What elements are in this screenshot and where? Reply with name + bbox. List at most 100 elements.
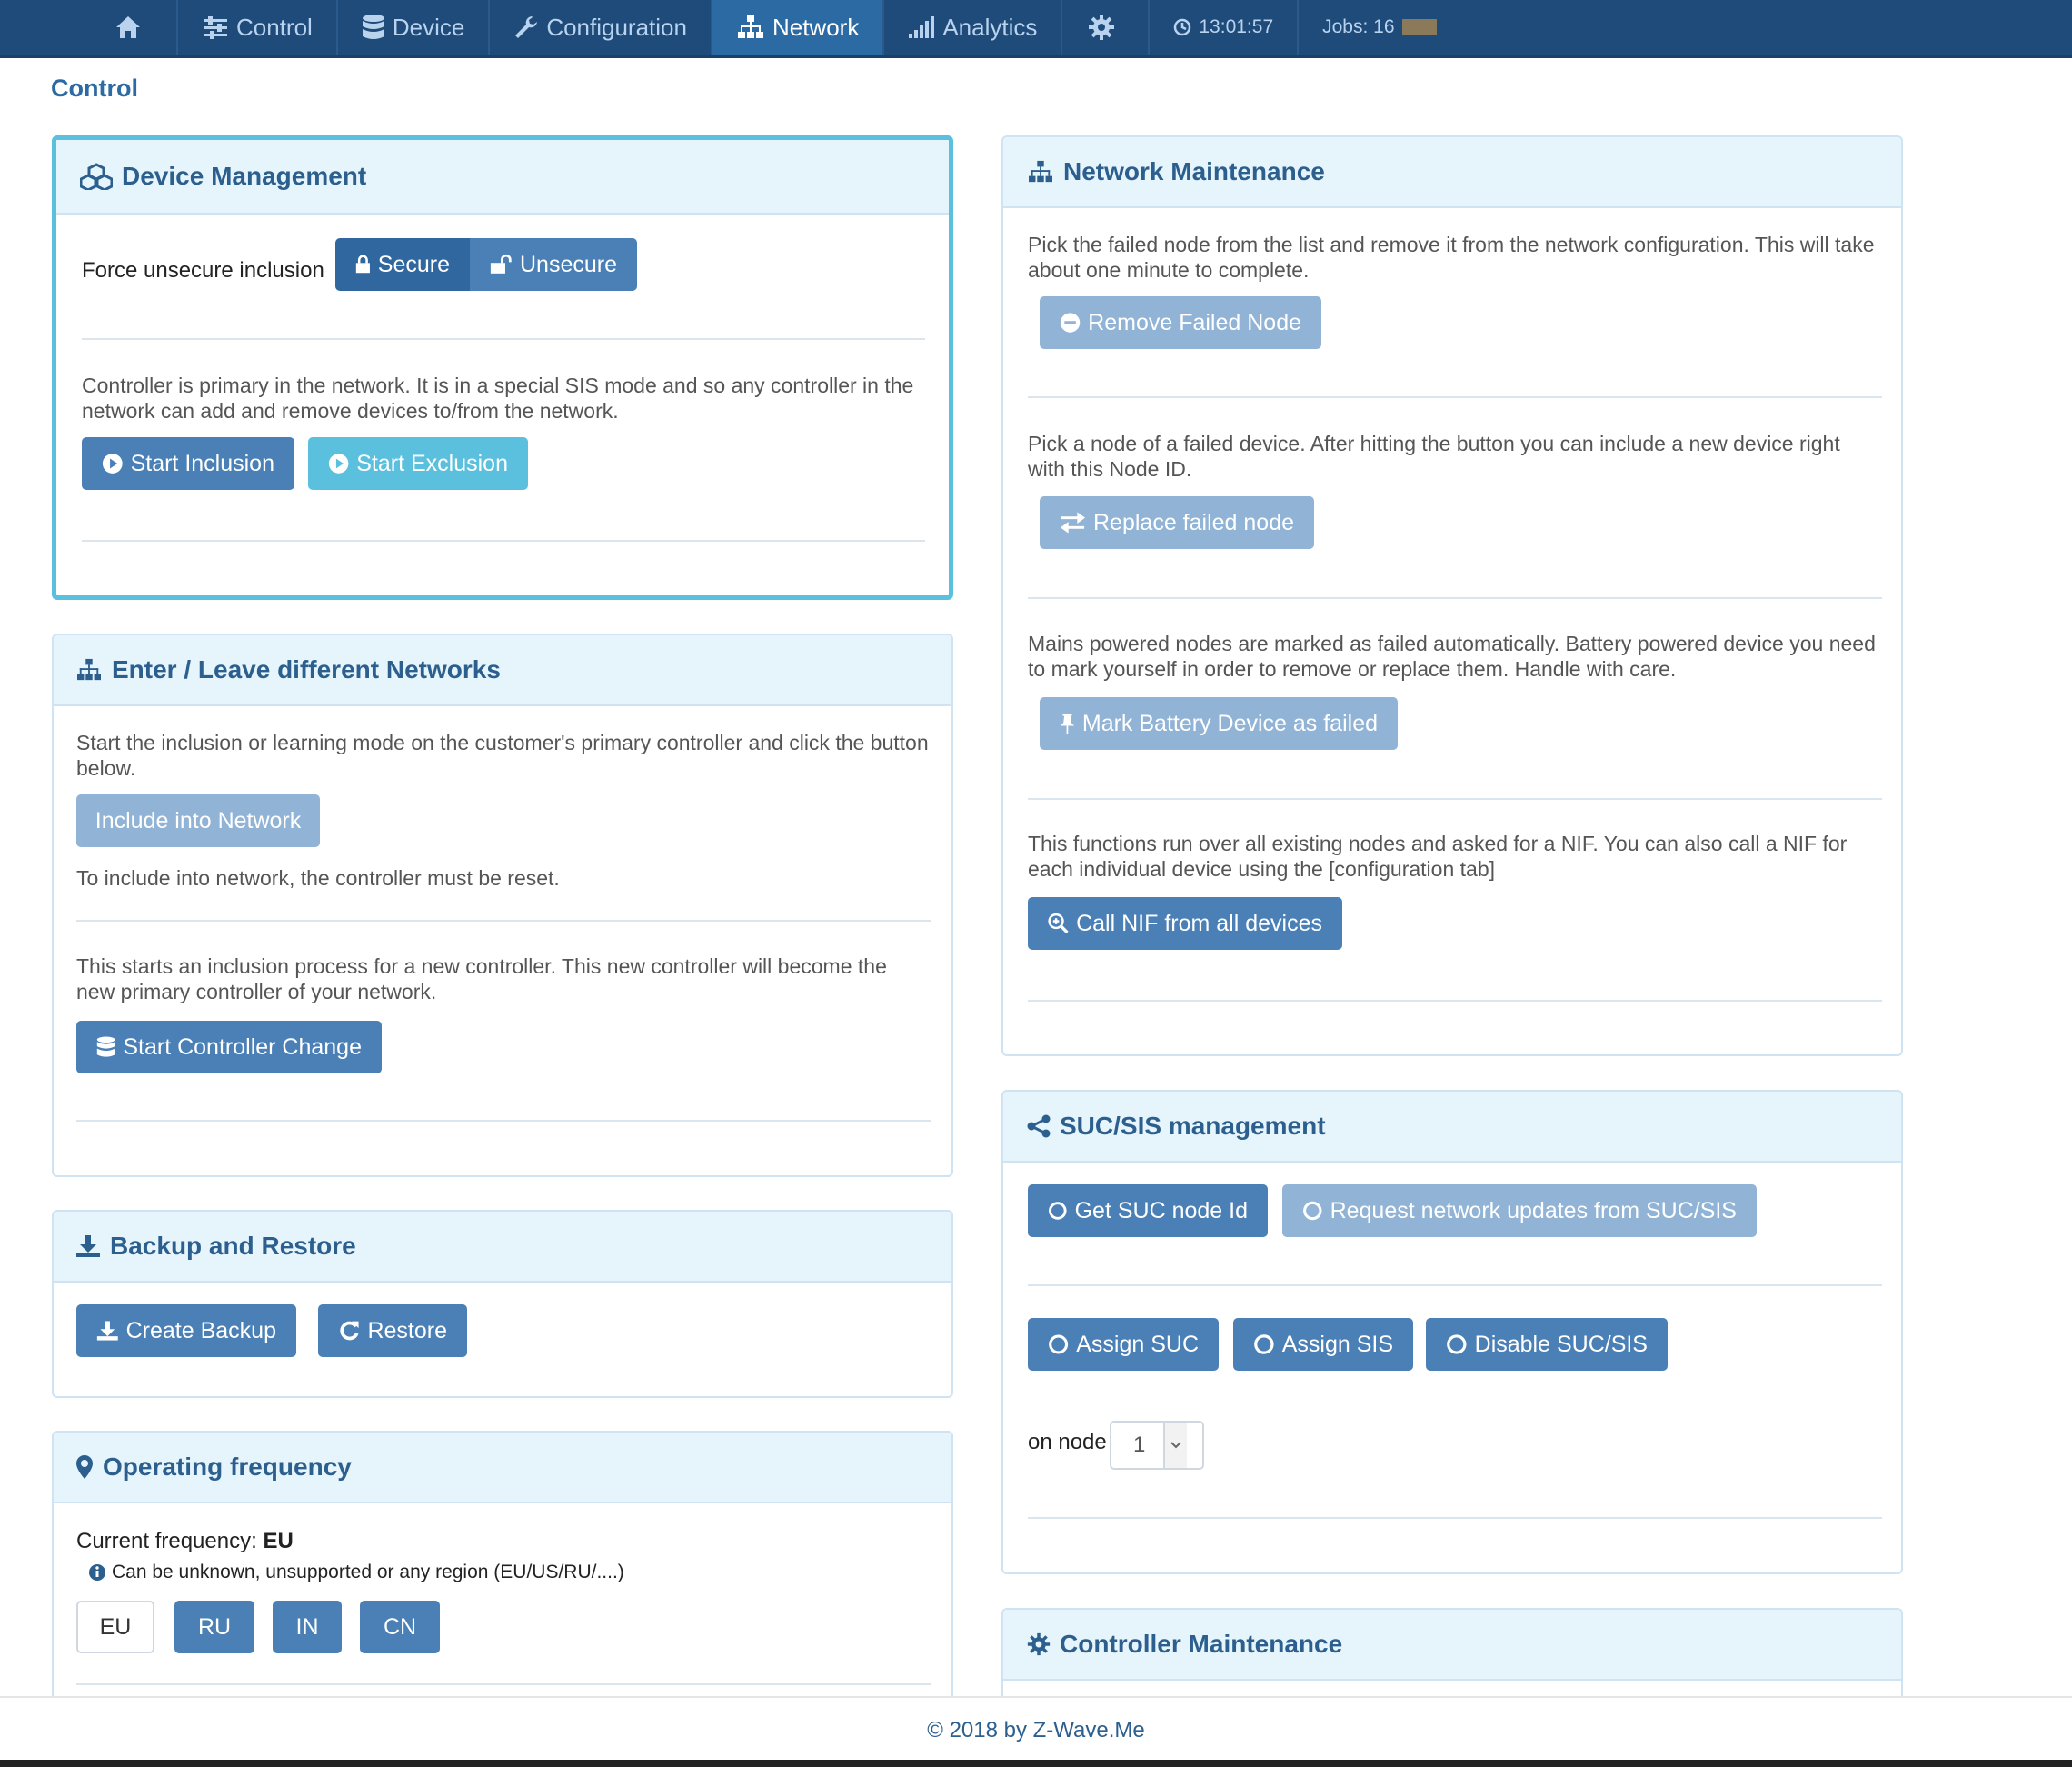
replace-failed-node-label: Replace failed node [1093,509,1294,535]
device-management-header: Device Management [56,140,949,215]
nav-control[interactable]: Control [178,0,338,55]
unlock-icon [490,254,512,274]
gear-icon [1027,1632,1051,1656]
gear-icon [1089,15,1115,40]
nav-control-label: Control [236,13,313,41]
remove-failed-info-text: Pick the failed node from the list and r… [1028,233,1875,282]
get-suc-node-id-button[interactable]: Get SUC node Id [1028,1184,1268,1237]
controller-maintenance-title: Controller Maintenance [1060,1630,1343,1658]
operating-frequency-title: Operating frequency [103,1453,352,1481]
wrench-icon [515,16,538,38]
sitemap-icon [77,658,101,681]
frequency-option-eu[interactable]: EU [76,1601,154,1653]
current-frequency-value: EU [263,1529,294,1553]
divider [82,338,925,340]
jobs-label: Jobs: 16 [1322,16,1395,37]
download-icon [96,1321,118,1341]
nif-info-text: This functions run over all existing nod… [1028,832,1848,881]
nav-settings[interactable] [1062,0,1151,55]
mark-battery-failed-button[interactable]: Mark Battery Device as failed [1040,697,1398,750]
divider [82,540,925,542]
include-into-network-button[interactable]: Include into Network [76,794,320,847]
network-maintenance-header: Network Maintenance [1003,137,1901,208]
footer-copyright: © 2018 by Z-Wave.Me [927,1718,1145,1742]
start-controller-change-button[interactable]: Start Controller Change [76,1021,382,1073]
create-backup-button[interactable]: Create Backup [76,1304,296,1357]
clock-icon [1174,18,1191,36]
request-network-updates-label: Request network updates from SUC/SIS [1330,1197,1737,1223]
request-network-updates-button[interactable]: Request network updates from SUC/SIS [1282,1184,1757,1237]
clock-time: 13:01:57 [1199,16,1274,37]
controller-maintenance-header: Controller Maintenance [1003,1610,1901,1681]
assign-sis-button[interactable]: Assign SIS [1233,1318,1413,1371]
replace-failed-info-text: Pick a node of a failed device. After hi… [1028,432,1840,481]
unsecure-button[interactable]: Unsecure [470,238,637,291]
node-select-value: 1 [1133,1433,1146,1457]
start-exclusion-button[interactable]: Start Exclusion [308,437,528,490]
restore-button[interactable]: Restore [318,1304,467,1357]
circle-icon [1303,1201,1322,1221]
circle-icon [1049,1334,1069,1354]
frequency-option-cn[interactable]: CN [360,1601,440,1653]
replace-failed-node-button[interactable]: Replace failed node [1040,496,1314,549]
divider [1028,597,1882,599]
divider [1028,1284,1882,1286]
nav-jobs[interactable]: Jobs: 16 [1299,0,1459,55]
thumbtack-icon [1060,714,1075,734]
sitemap-icon [737,15,763,38]
lock-icon [355,255,370,274]
download-icon [76,1235,100,1257]
nav-network[interactable]: Network [712,0,885,55]
chevron-down-icon [1163,1423,1188,1468]
restore-label: Restore [367,1317,447,1343]
current-frequency: Current frequency: EU [76,1529,294,1554]
divider [1028,1517,1882,1519]
start-inclusion-button[interactable]: Start Inclusion [82,437,294,490]
backup-restore-panel: Backup and Restore Create Backup Restore [52,1210,953,1398]
nav-configuration[interactable]: Configuration [490,0,712,55]
database-icon [96,1036,115,1057]
call-nif-all-button[interactable]: Call NIF from all devices [1028,897,1342,950]
battery-failed-info-text: Mains powered nodes are marked as failed… [1028,632,1876,681]
nav-device-label: Device [392,13,465,41]
create-backup-label: Create Backup [125,1317,276,1343]
on-node-label: on node [1028,1430,1107,1454]
nav-analytics-label: Analytics [942,13,1038,41]
divider [1028,396,1882,398]
sitemap-icon [1029,160,1052,183]
include-into-network-label: Include into Network [95,807,302,834]
assign-suc-button[interactable]: Assign SUC [1028,1318,1219,1371]
page-title: Control [51,75,138,102]
disable-suc-sis-button[interactable]: Disable SUC/SIS [1426,1318,1668,1371]
nav-home[interactable] [87,0,178,55]
enter-leave-header: Enter / Leave different Networks [54,635,951,706]
frequency-option-label: CN [383,1613,417,1640]
search-plus-icon [1048,913,1069,934]
unsecure-label: Unsecure [520,251,617,277]
start-controller-change-label: Start Controller Change [123,1033,362,1060]
inclusion-info-text: Start the inclusion or learning mode on … [76,731,929,780]
node-select[interactable]: 1 [1110,1421,1204,1470]
frequency-option-ru[interactable]: RU [174,1601,254,1653]
call-nif-all-label: Call NIF from all devices [1076,910,1322,936]
remove-failed-node-label: Remove Failed Node [1088,309,1301,335]
device-management-title: Device Management [122,162,367,190]
divider [1028,1000,1882,1002]
nav-network-label: Network [772,13,860,41]
sliders-icon [204,16,227,39]
refresh-icon [340,1321,359,1341]
circle-icon [1049,1202,1067,1220]
frequency-option-in[interactable]: IN [273,1601,342,1653]
top-navbar: Control Device Configuration Network Ana… [0,0,2072,58]
cubes-icon [80,163,113,190]
remove-failed-node-button[interactable]: Remove Failed Node [1040,296,1321,349]
bottom-edge [0,1760,2072,1767]
divider [76,1683,931,1685]
nav-analytics[interactable]: Analytics [884,0,1063,55]
suc-sis-header: SUC/SIS management [1003,1092,1901,1163]
frequency-hint: Can be unknown, unsupported or any regio… [88,1562,624,1583]
frequency-option-label: EU [99,1613,132,1640]
secure-button[interactable]: Secure [335,238,470,291]
nav-device[interactable]: Device [338,0,491,55]
enter-leave-networks-panel: Enter / Leave different Networks Start t… [52,634,953,1177]
